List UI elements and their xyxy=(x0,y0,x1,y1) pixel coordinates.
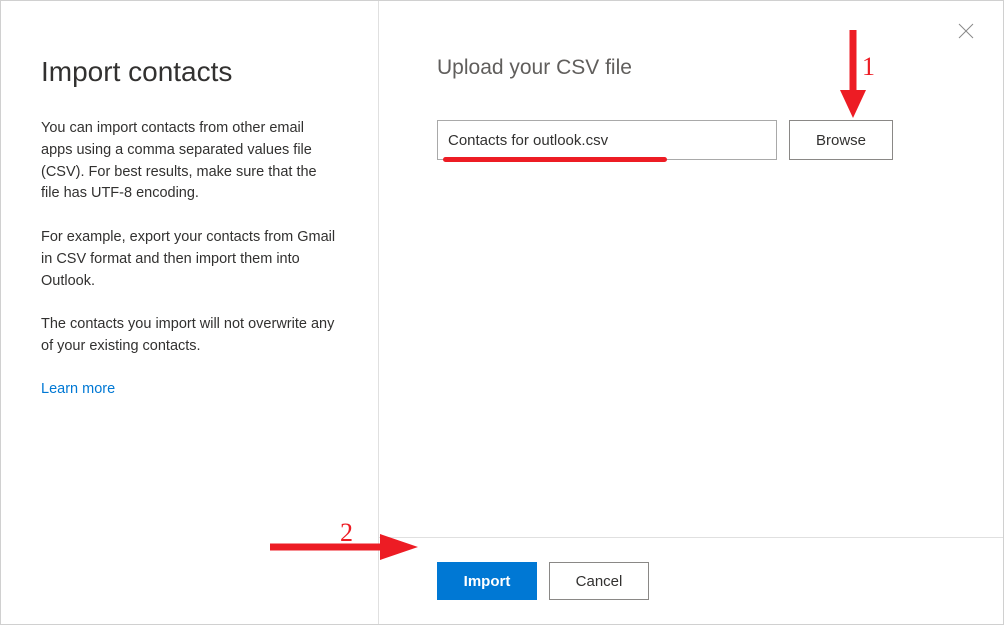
upload-heading: Upload your CSV file xyxy=(437,56,945,80)
dialog-footer: Import Cancel xyxy=(379,537,1003,624)
annotation-underline xyxy=(443,157,667,162)
file-path-input[interactable] xyxy=(437,120,777,160)
description-2: For example, export your contacts from G… xyxy=(41,227,338,292)
panel-title: Import contacts xyxy=(41,56,338,88)
right-upload-panel: Upload your CSV file Browse Import Cance… xyxy=(379,1,1003,624)
left-info-panel: Import contacts You can import contacts … xyxy=(1,1,379,624)
close-button[interactable] xyxy=(954,19,978,43)
import-button[interactable]: Import xyxy=(437,562,537,600)
description-3: The contacts you import will not overwri… xyxy=(41,314,338,358)
learn-more-link[interactable]: Learn more xyxy=(41,381,115,397)
browse-button[interactable]: Browse xyxy=(789,120,893,160)
close-icon xyxy=(958,23,974,39)
cancel-button[interactable]: Cancel xyxy=(549,562,649,600)
description-1: You can import contacts from other email… xyxy=(41,118,338,205)
